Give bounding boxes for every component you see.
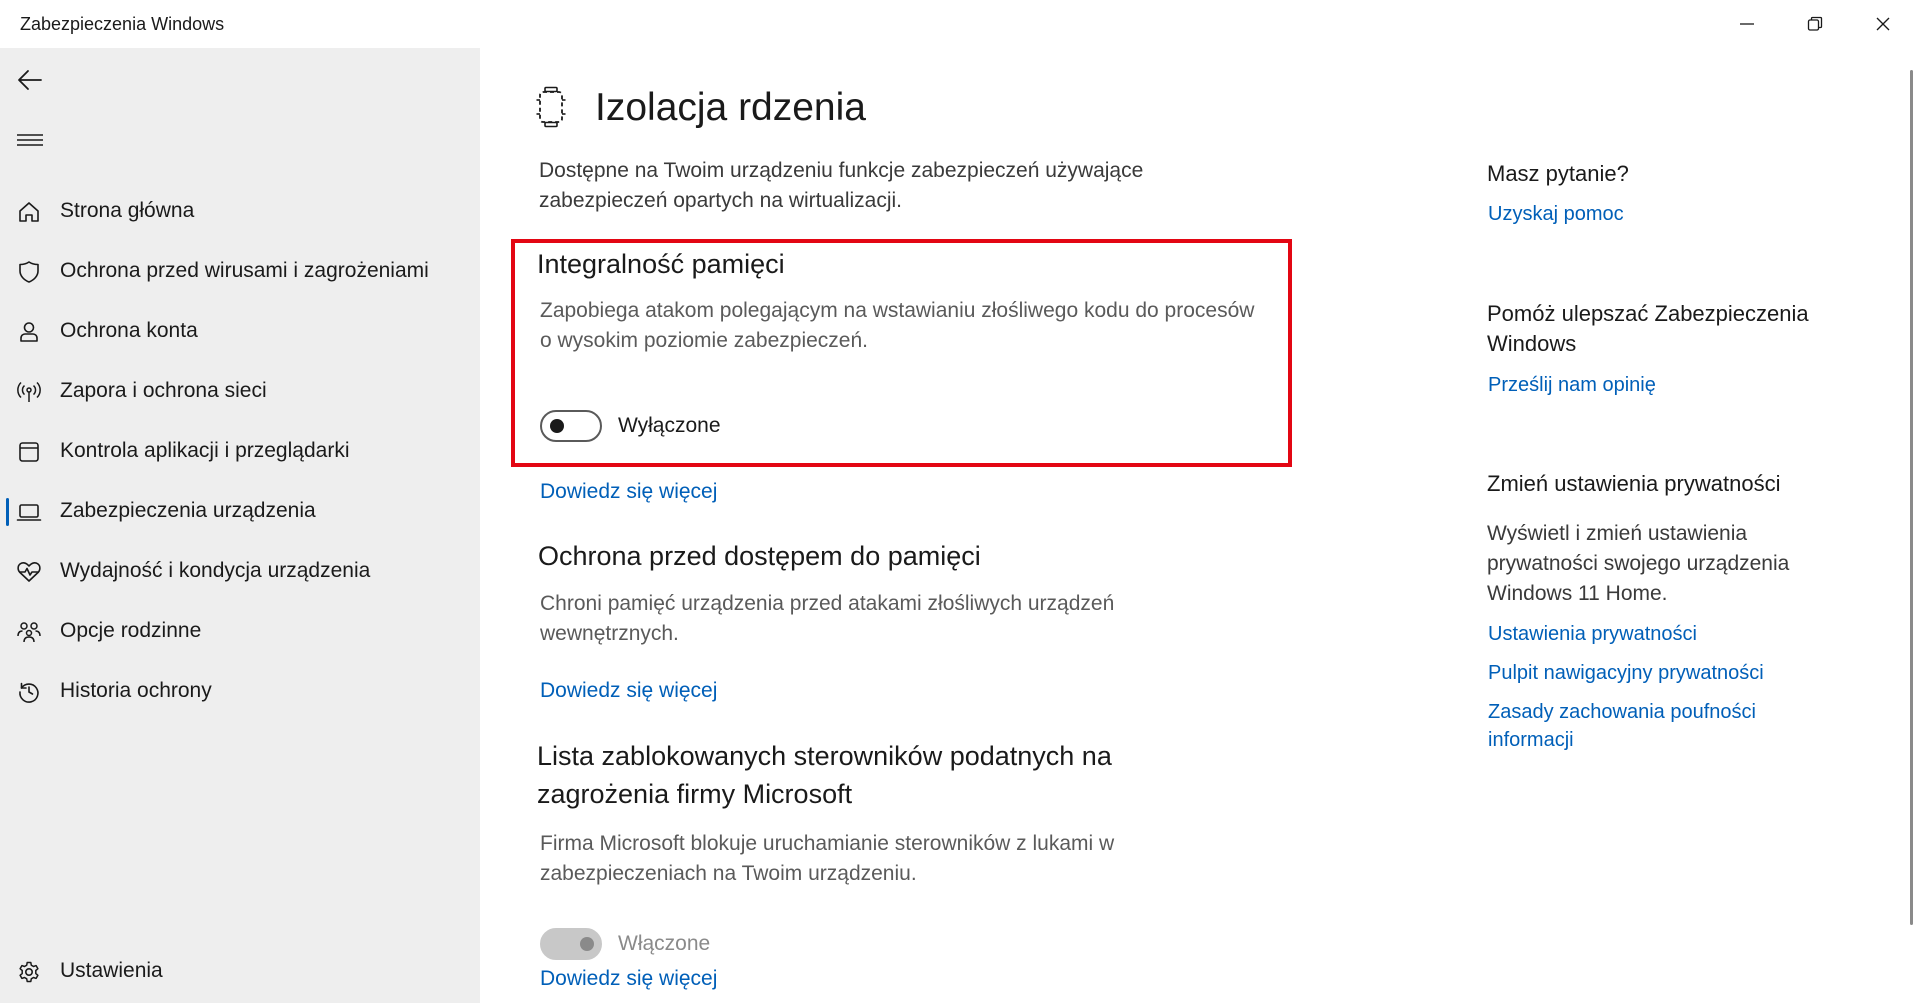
heartbeat-icon — [16, 559, 42, 585]
active-indicator — [6, 498, 9, 526]
gear-icon — [16, 959, 42, 985]
shield-icon — [16, 259, 42, 285]
close-icon — [1876, 17, 1890, 31]
section-title-memory-access-protection: Ochrona przed dostępem do pamięci — [538, 541, 981, 571]
page-description: Dostępne na Twoim urządzeniu funkcje zab… — [539, 159, 1144, 212]
sidebar-item-label: Zapora i ochrona sieci — [60, 379, 267, 402]
section-title-driver-blocklist: Lista zablokowanych sterowników podatnyc… — [537, 741, 1112, 809]
toggle-knob — [580, 937, 594, 951]
sidebar-item-device-health[interactable]: Wydajność i kondycja urządzenia — [0, 545, 480, 597]
learn-more-link[interactable]: Dowiedz się więcej — [540, 679, 717, 703]
toggle-state-label: Włączone — [618, 932, 711, 955]
privacy-dashboard-link[interactable]: Pulpit nawigacyjny prywatności — [1488, 659, 1764, 687]
privacy-statement-link[interactable]: Zasady zachowania poufności informacji — [1488, 698, 1808, 754]
minimize-button[interactable] — [1713, 0, 1781, 48]
history-icon — [16, 679, 42, 705]
driver-blocklist-toggle[interactable] — [540, 928, 602, 960]
section-description: Zapobiega atakom polegającym na wstawian… — [540, 299, 1255, 352]
sidebar-item-label: Strona główna — [60, 199, 195, 222]
antenna-icon — [16, 379, 42, 405]
laptop-icon — [16, 499, 42, 525]
question-heading: Masz pytanie? — [1487, 161, 1629, 186]
sidebar-item-app-browser-control[interactable]: Kontrola aplikacji i przeglądarki — [0, 425, 480, 477]
title-bar: Zabezpieczenia Windows — [0, 0, 1916, 48]
scrollbar[interactable] — [1910, 70, 1913, 925]
toggle-knob — [550, 419, 564, 433]
sidebar-item-firewall[interactable]: Zapora i ochrona sieci — [0, 365, 480, 417]
section-title-memory-integrity: Integralność pamięci — [537, 249, 785, 279]
app-window-icon — [16, 439, 42, 465]
main-content: Izolacja rdzenia Dostępne na Twoim urząd… — [480, 48, 1916, 1003]
window-title: Zabezpieczenia Windows — [20, 14, 225, 34]
core-isolation-chip-icon — [536, 86, 566, 128]
sidebar-item-label: Ochrona konta — [60, 319, 198, 342]
back-arrow-icon — [18, 70, 42, 90]
privacy-heading: Zmień ustawienia prywatności — [1487, 471, 1781, 496]
home-icon — [16, 199, 42, 225]
restore-icon — [1807, 16, 1823, 31]
sidebar-item-label: Historia ochrony — [60, 679, 212, 702]
get-help-link[interactable]: Uzyskaj pomoc — [1488, 200, 1624, 228]
close-button[interactable] — [1849, 0, 1916, 48]
hamburger-menu-icon — [17, 134, 43, 146]
toggle-state-label: Wyłączone — [618, 414, 721, 437]
feedback-heading: Pomóż ulepszać Zabezpieczenia Windows — [1487, 301, 1809, 356]
sidebar-item-home[interactable]: Strona główna — [0, 185, 480, 237]
send-feedback-link[interactable]: Prześlij nam opinię — [1488, 371, 1656, 399]
memory-integrity-toggle[interactable] — [540, 410, 602, 442]
page-title: Izolacja rdzenia — [595, 86, 866, 129]
navigation-sidebar: Strona główna Ochrona przed wirusami i z… — [0, 48, 480, 1003]
sidebar-item-label: Wydajność i kondycja urządzenia — [60, 559, 371, 582]
sidebar-item-label: Zabezpieczenia urządzenia — [60, 499, 316, 522]
privacy-settings-link[interactable]: Ustawienia prywatności — [1488, 620, 1697, 648]
learn-more-link[interactable]: Dowiedz się więcej — [540, 967, 717, 991]
back-button[interactable] — [12, 62, 48, 98]
sidebar-item-label: Ustawienia — [60, 959, 163, 982]
sidebar-item-label: Kontrola aplikacji i przeglądarki — [60, 439, 350, 462]
privacy-description: Wyświetl i zmień ustawienia prywatności … — [1487, 522, 1790, 605]
section-description: Firma Microsoft blokuje uruchamianie ste… — [540, 832, 1115, 885]
menu-button[interactable] — [12, 122, 48, 158]
family-icon — [16, 619, 42, 645]
section-description: Chroni pamięć urządzenia przed atakami z… — [540, 592, 1115, 645]
learn-more-link[interactable]: Dowiedz się więcej — [540, 480, 717, 504]
sidebar-item-device-security[interactable]: Zabezpieczenia urządzenia — [0, 485, 480, 537]
minimize-icon — [1740, 23, 1754, 25]
restore-button[interactable] — [1781, 0, 1849, 48]
sidebar-item-family-options[interactable]: Opcje rodzinne — [0, 605, 480, 657]
person-icon — [16, 319, 42, 345]
sidebar-item-label: Opcje rodzinne — [60, 619, 202, 642]
sidebar-item-label: Ochrona przed wirusami i zagrożeniami — [60, 259, 429, 282]
sidebar-item-protection-history[interactable]: Historia ochrony — [0, 665, 480, 717]
sidebar-item-virus-protection[interactable]: Ochrona przed wirusami i zagrożeniami — [0, 245, 480, 297]
sidebar-item-settings[interactable]: Ustawienia — [0, 945, 480, 997]
sidebar-item-account[interactable]: Ochrona konta — [0, 305, 480, 357]
